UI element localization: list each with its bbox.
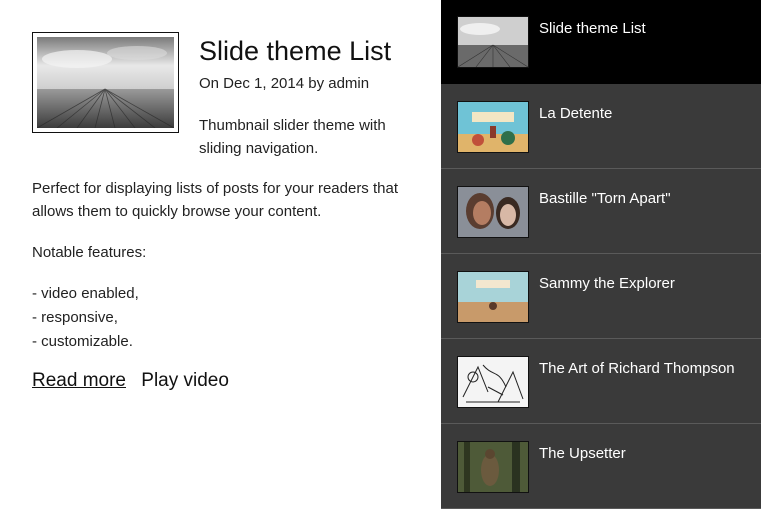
post-list-sidebar: Slide theme List La Detente Bastille "To… bbox=[441, 0, 761, 509]
thumbnail bbox=[457, 16, 529, 68]
read-more-link[interactable]: Read more bbox=[32, 370, 126, 391]
play-video-link[interactable]: Play video bbox=[141, 370, 229, 391]
post-actions: Read more Play video bbox=[32, 370, 229, 392]
featured-image[interactable] bbox=[32, 32, 179, 133]
list-item-sammy[interactable]: Sammy the Explorer bbox=[441, 255, 761, 339]
forest-figure-image bbox=[458, 442, 528, 492]
post-content: Slide theme List On Dec 1, 2014 by admin… bbox=[0, 0, 441, 500]
list-item-la-detente[interactable]: La Detente bbox=[441, 85, 761, 169]
post-title[interactable]: Slide theme List bbox=[199, 36, 391, 67]
list-item-label: The Art of Richard Thompson bbox=[539, 360, 735, 377]
list-item-label: Bastille "Torn Apart" bbox=[539, 190, 671, 207]
couple-portrait-image bbox=[458, 187, 528, 237]
list-item-bastille[interactable]: Bastille "Torn Apart" bbox=[441, 170, 761, 254]
features-list: - video enabled, - responsive, - customi… bbox=[32, 282, 412, 354]
thumbnail bbox=[457, 101, 529, 153]
list-item-label: Sammy the Explorer bbox=[539, 275, 675, 292]
post-excerpt: Thumbnail slider theme with sliding navi… bbox=[199, 117, 386, 157]
boardwalk-thumb-image bbox=[458, 17, 528, 67]
list-item-label: Slide theme List bbox=[539, 20, 646, 37]
list-item-slide-theme[interactable]: Slide theme List bbox=[441, 0, 761, 84]
thumbnail bbox=[457, 356, 529, 408]
post-paragraph: Perfect for displaying lists of posts fo… bbox=[32, 180, 398, 220]
feature-item: - video enabled, bbox=[32, 285, 139, 302]
list-item-label: The Upsetter bbox=[539, 445, 626, 462]
features-heading: Notable features: bbox=[32, 244, 147, 261]
la-detente-poster-image bbox=[458, 102, 528, 152]
feature-item: - customizable. bbox=[32, 333, 133, 350]
list-item-upsetter[interactable]: The Upsetter bbox=[441, 425, 761, 509]
post-meta: On Dec 1, 2014 by admin bbox=[199, 75, 370, 92]
feature-item: - responsive, bbox=[32, 309, 118, 326]
thumbnail bbox=[457, 441, 529, 493]
list-item-richard-thompson[interactable]: The Art of Richard Thompson bbox=[441, 340, 761, 424]
thumbnail bbox=[457, 186, 529, 238]
list-item-label: La Detente bbox=[539, 105, 613, 122]
sketch-drawing-image bbox=[458, 357, 528, 407]
boardwalk-sky-image bbox=[37, 37, 174, 128]
thumbnail bbox=[457, 271, 529, 323]
sammy-poster-image bbox=[458, 272, 528, 322]
